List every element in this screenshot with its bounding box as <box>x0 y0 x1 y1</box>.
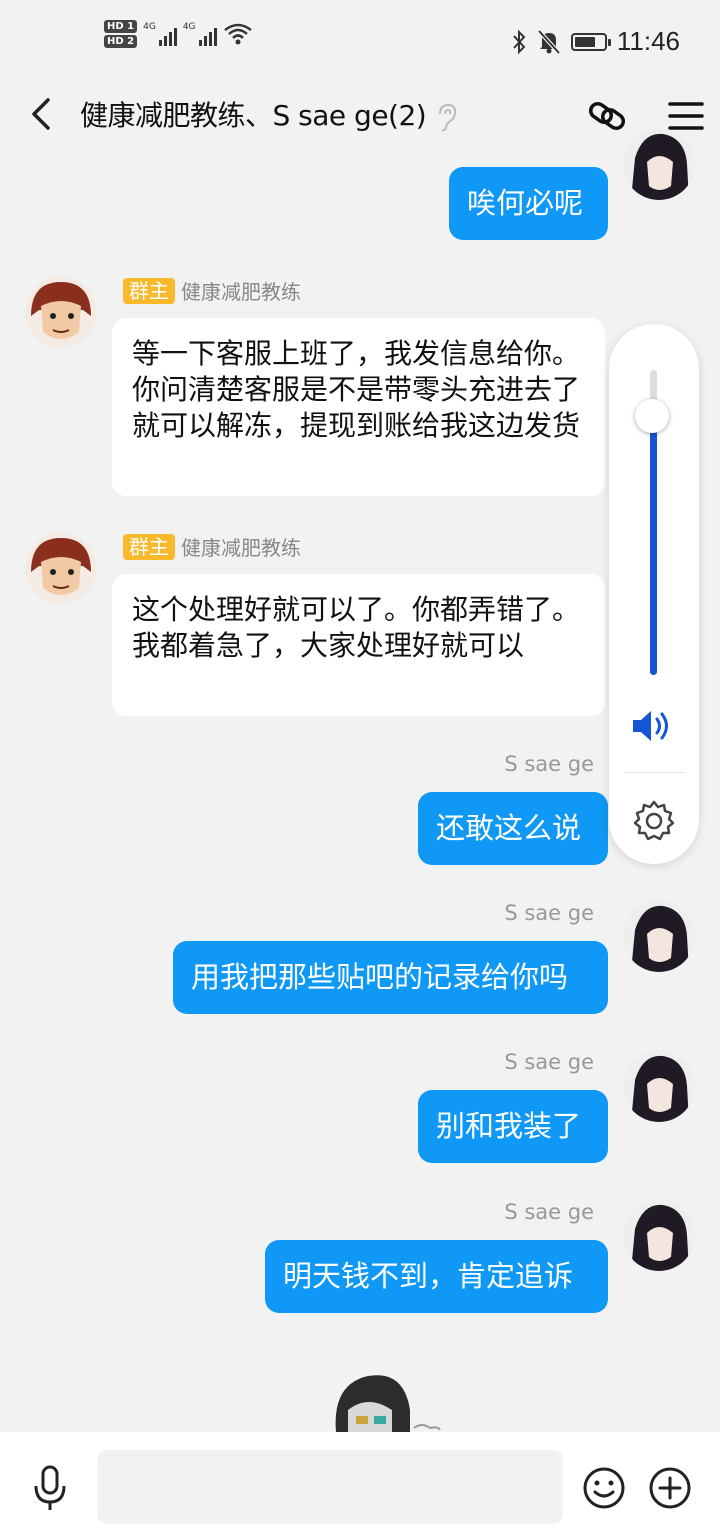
emoji-icon[interactable] <box>582 1466 626 1510</box>
clock: 11:46 <box>616 26 680 56</box>
message-text: 还敢这么说 <box>436 811 582 845</box>
avatar-health-coach[interactable] <box>25 276 97 348</box>
sender-label: 群主 健康减肥教练 <box>123 276 301 305</box>
network-1-label: 4G <box>143 22 156 32</box>
mute-icon <box>537 29 561 54</box>
sender-name: S sae ge <box>504 752 594 776</box>
sim2-badge: HD 2 <box>104 35 138 48</box>
battery-icon <box>570 32 611 51</box>
bluetooth-icon <box>513 29 526 54</box>
sender-label: 群主 健康减肥教练 <box>123 532 301 561</box>
status-left: HD 1 HD 2 4G 4G <box>104 20 253 48</box>
back-arrow-icon[interactable] <box>26 96 56 132</box>
settings-gear-icon[interactable] <box>632 799 676 843</box>
ear-icon <box>439 103 457 132</box>
message-text: 这个处理好就可以了。你都弄错了。我都着急了，大家处理好就可以 <box>132 593 581 662</box>
volume-knob[interactable] <box>635 399 669 433</box>
message-input[interactable] <box>97 1450 563 1524</box>
message-bubble-out[interactable]: 别和我装了 <box>418 1090 608 1163</box>
avatar-s-sae-ge[interactable] <box>623 1050 695 1122</box>
chat-header: 健康减肥教练、S sae ge(2) <box>0 80 720 150</box>
sender-name: 健康减肥教练 <box>181 280 301 304</box>
avatar-s-sae-ge[interactable] <box>623 1199 695 1271</box>
message-text: 等一下客服上班了，我发信息给你。你问清楚客服是不是带零头充进去了就可以解冻，提现… <box>132 337 581 442</box>
message-text: 唉何必呢 <box>467 186 584 220</box>
message-bubble-in[interactable]: 这个处理好就可以了。你都弄错了。我都着急了，大家处理好就可以 <box>112 574 605 716</box>
signal-2-icon: 4G <box>183 22 217 46</box>
message-text: 用我把那些贴吧的记录给你吗 <box>191 960 569 994</box>
volume-icon[interactable] <box>631 708 677 744</box>
group-owner-badge: 群主 <box>123 277 175 304</box>
message-text: 别和我装了 <box>436 1109 582 1143</box>
volume-panel[interactable] <box>609 324 699 864</box>
volume-fill <box>650 416 657 675</box>
chat-title[interactable]: 健康减肥教练、S sae ge(2) <box>80 94 458 134</box>
sender-name: S sae ge <box>504 1200 594 1224</box>
message-bubble-out[interactable]: 明天钱不到，肯定追诉 <box>265 1240 608 1313</box>
sender-name: 健康减肥教练 <box>181 536 301 560</box>
message-text: 明天钱不到，肯定追诉 <box>283 1259 574 1293</box>
signal-1-icon: 4G <box>143 22 177 46</box>
network-2-label: 4G <box>182 22 196 32</box>
sender-name: S sae ge <box>504 901 594 925</box>
microphone-icon[interactable] <box>30 1464 70 1512</box>
link-icon[interactable] <box>586 94 630 138</box>
sim-badges: HD 1 HD 2 <box>104 20 138 48</box>
status-bar: HD 1 HD 2 4G 4G 11:46 <box>0 0 720 80</box>
message-bubble-out[interactable]: 唉何必呢 <box>449 167 608 240</box>
sim1-badge: HD 1 <box>104 20 138 33</box>
sender-name: S sae ge <box>504 1050 594 1074</box>
message-bubble-out[interactable]: 用我把那些贴吧的记录给你吗 <box>173 941 608 1014</box>
message-bubble-in[interactable]: 等一下客服上班了，我发信息给你。你问清楚客服是不是带零头充进去了就可以解冻，提现… <box>112 318 605 496</box>
chat-title-text: 健康减肥教练、S sae ge(2) <box>80 99 427 132</box>
message-bubble-out[interactable]: 还敢这么说 <box>418 792 608 865</box>
mascot-sticker-icon <box>335 1375 441 1432</box>
avatar-health-coach[interactable] <box>25 532 97 604</box>
avatar-s-sae-ge[interactable] <box>623 128 695 200</box>
avatar-s-sae-ge[interactable] <box>623 900 695 972</box>
add-icon[interactable] <box>648 1466 692 1510</box>
wifi-icon <box>223 23 252 45</box>
status-right: 11:46 <box>511 26 680 57</box>
volume-divider <box>624 772 684 773</box>
input-bar <box>0 1432 720 1540</box>
group-owner-badge: 群主 <box>123 533 175 560</box>
